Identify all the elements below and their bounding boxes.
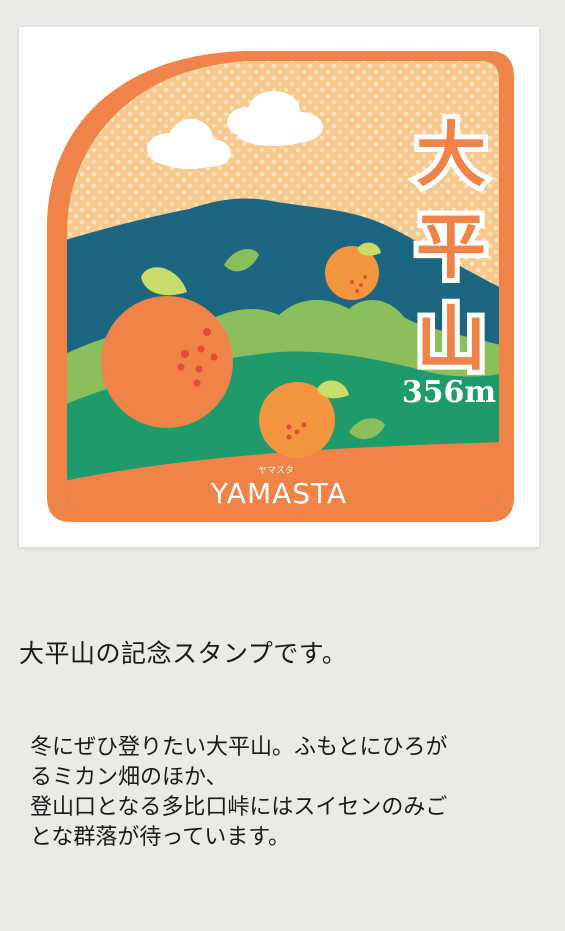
stamp-elevation: 356m: [402, 375, 497, 410]
stamp-description: 冬にぜひ登りたい大平山。ふもとにひろが るミカン畑のほか、 登山口となる多比口峠…: [30, 733, 540, 853]
description-line: とな群落が待っています。: [30, 825, 291, 850]
description-line: 登山口となる多比口峠にはスイセンのみご: [30, 795, 448, 820]
stamp-caption: 大平山の記念スタンプです。: [19, 639, 348, 668]
stamp-title-char: 山: [416, 300, 486, 378]
description-line: 冬にぜひ登りたい大平山。ふもとにひろが: [30, 735, 448, 760]
stamp-title-char: 大: [416, 116, 486, 194]
brand-logo: YAMASTA: [210, 477, 347, 510]
description-line: るミカン畑のほか、: [30, 765, 228, 790]
stamp-image: 大 平 山 356m ヤマスタ YAMASTA: [19, 27, 539, 547]
brand-kana: ヤマスタ: [258, 465, 294, 476]
stamp-title-char: 平: [416, 208, 486, 286]
stamp-illustration: 大 平 山 356m ヤマスタ YAMASTA: [47, 51, 514, 522]
page: 大 平 山 356m ヤマスタ YAMASTA 大平山の記念スタンプです。 冬に…: [0, 0, 565, 931]
mikan-large: [101, 296, 233, 428]
